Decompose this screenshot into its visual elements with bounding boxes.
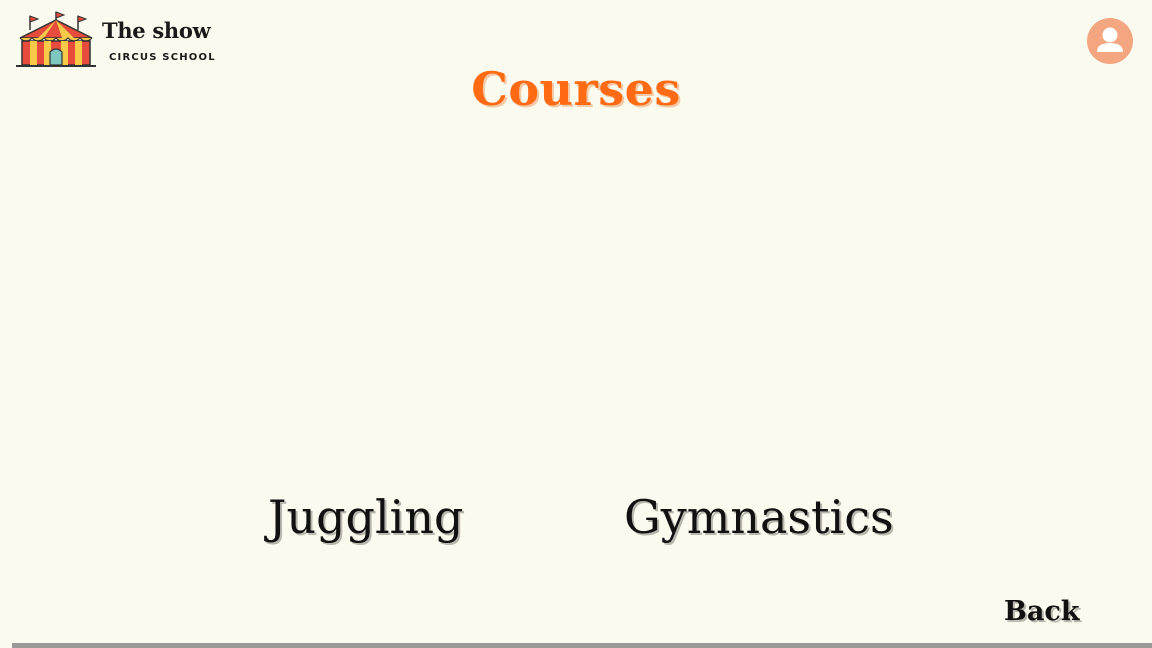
user-icon — [1097, 27, 1123, 52]
course-gymnastics-link[interactable]: Gymnastics — [624, 490, 894, 544]
page-title: Courses — [471, 62, 681, 116]
brand-name: The show — [102, 18, 211, 43]
user-avatar[interactable] — [1087, 18, 1133, 64]
back-button[interactable]: Back — [1004, 596, 1079, 627]
course-juggling-link[interactable]: Juggling — [268, 490, 463, 544]
bottom-divider — [12, 643, 1152, 648]
brand-logo[interactable]: The show CIRCUS SCHOOL — [14, 10, 224, 70]
circus-tent-icon — [16, 11, 96, 67]
